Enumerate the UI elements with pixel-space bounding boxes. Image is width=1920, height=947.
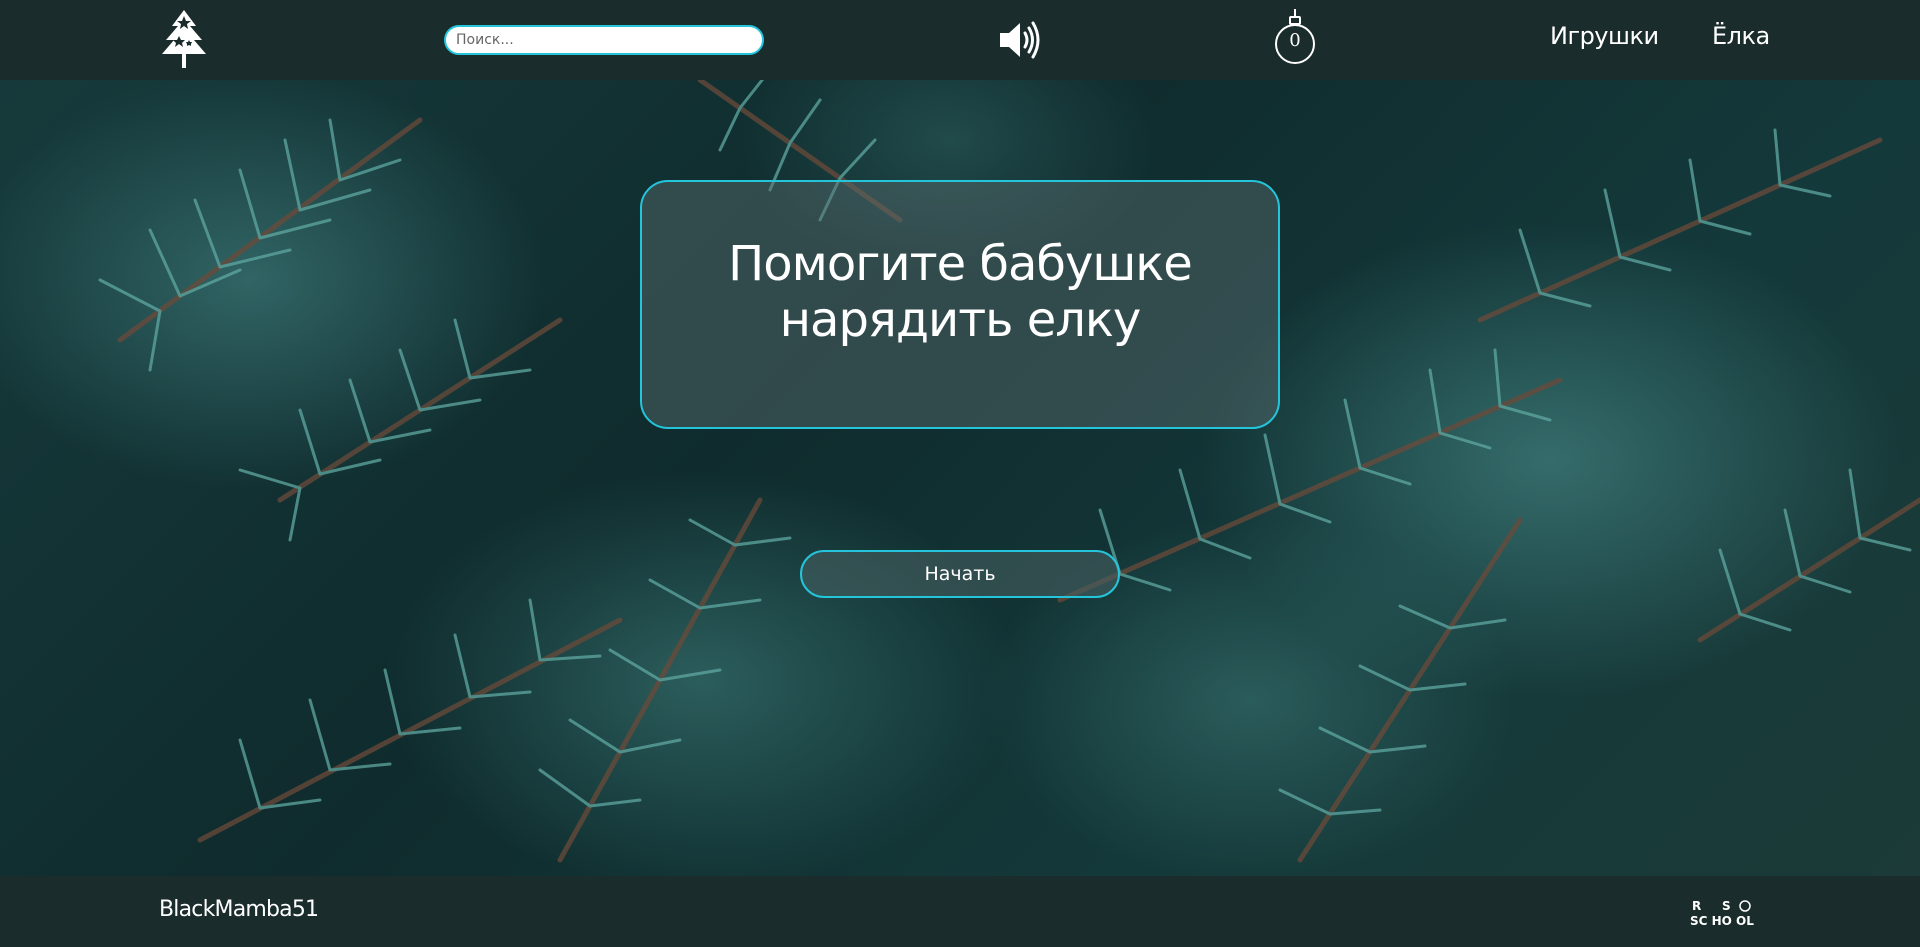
rs-school-logo[interactable]: R S SC HO OL bbox=[1690, 898, 1762, 928]
hero-title: Помогите бабушке нарядить елку bbox=[700, 236, 1220, 348]
search-input[interactable] bbox=[444, 25, 764, 55]
main-background: Помогите бабушке нарядить елку Начать bbox=[0, 80, 1920, 876]
author-link[interactable]: BlackMamba51 bbox=[159, 897, 319, 922]
header: 0 Игрушки Ёлка bbox=[0, 0, 1920, 80]
hero-title-line2: нарядить елку bbox=[779, 291, 1142, 348]
speaker-icon[interactable] bbox=[998, 20, 1040, 60]
nav-toys-link[interactable]: Игрушки bbox=[1550, 22, 1659, 50]
hero-title-line1: Помогите бабушке bbox=[728, 235, 1193, 292]
svg-text:SC HO OL: SC HO OL bbox=[1690, 914, 1754, 928]
start-button[interactable]: Начать bbox=[800, 550, 1120, 598]
nav-tree-link[interactable]: Ёлка bbox=[1712, 22, 1770, 50]
svg-text:R: R bbox=[1692, 899, 1701, 913]
tree-logo-icon[interactable] bbox=[160, 8, 208, 70]
svg-text:S: S bbox=[1722, 899, 1731, 913]
favorites-count: 0 bbox=[1289, 30, 1301, 51]
footer: BlackMamba51 R S SC HO OL bbox=[0, 876, 1920, 947]
hero-card: Помогите бабушке нарядить елку bbox=[640, 180, 1280, 429]
